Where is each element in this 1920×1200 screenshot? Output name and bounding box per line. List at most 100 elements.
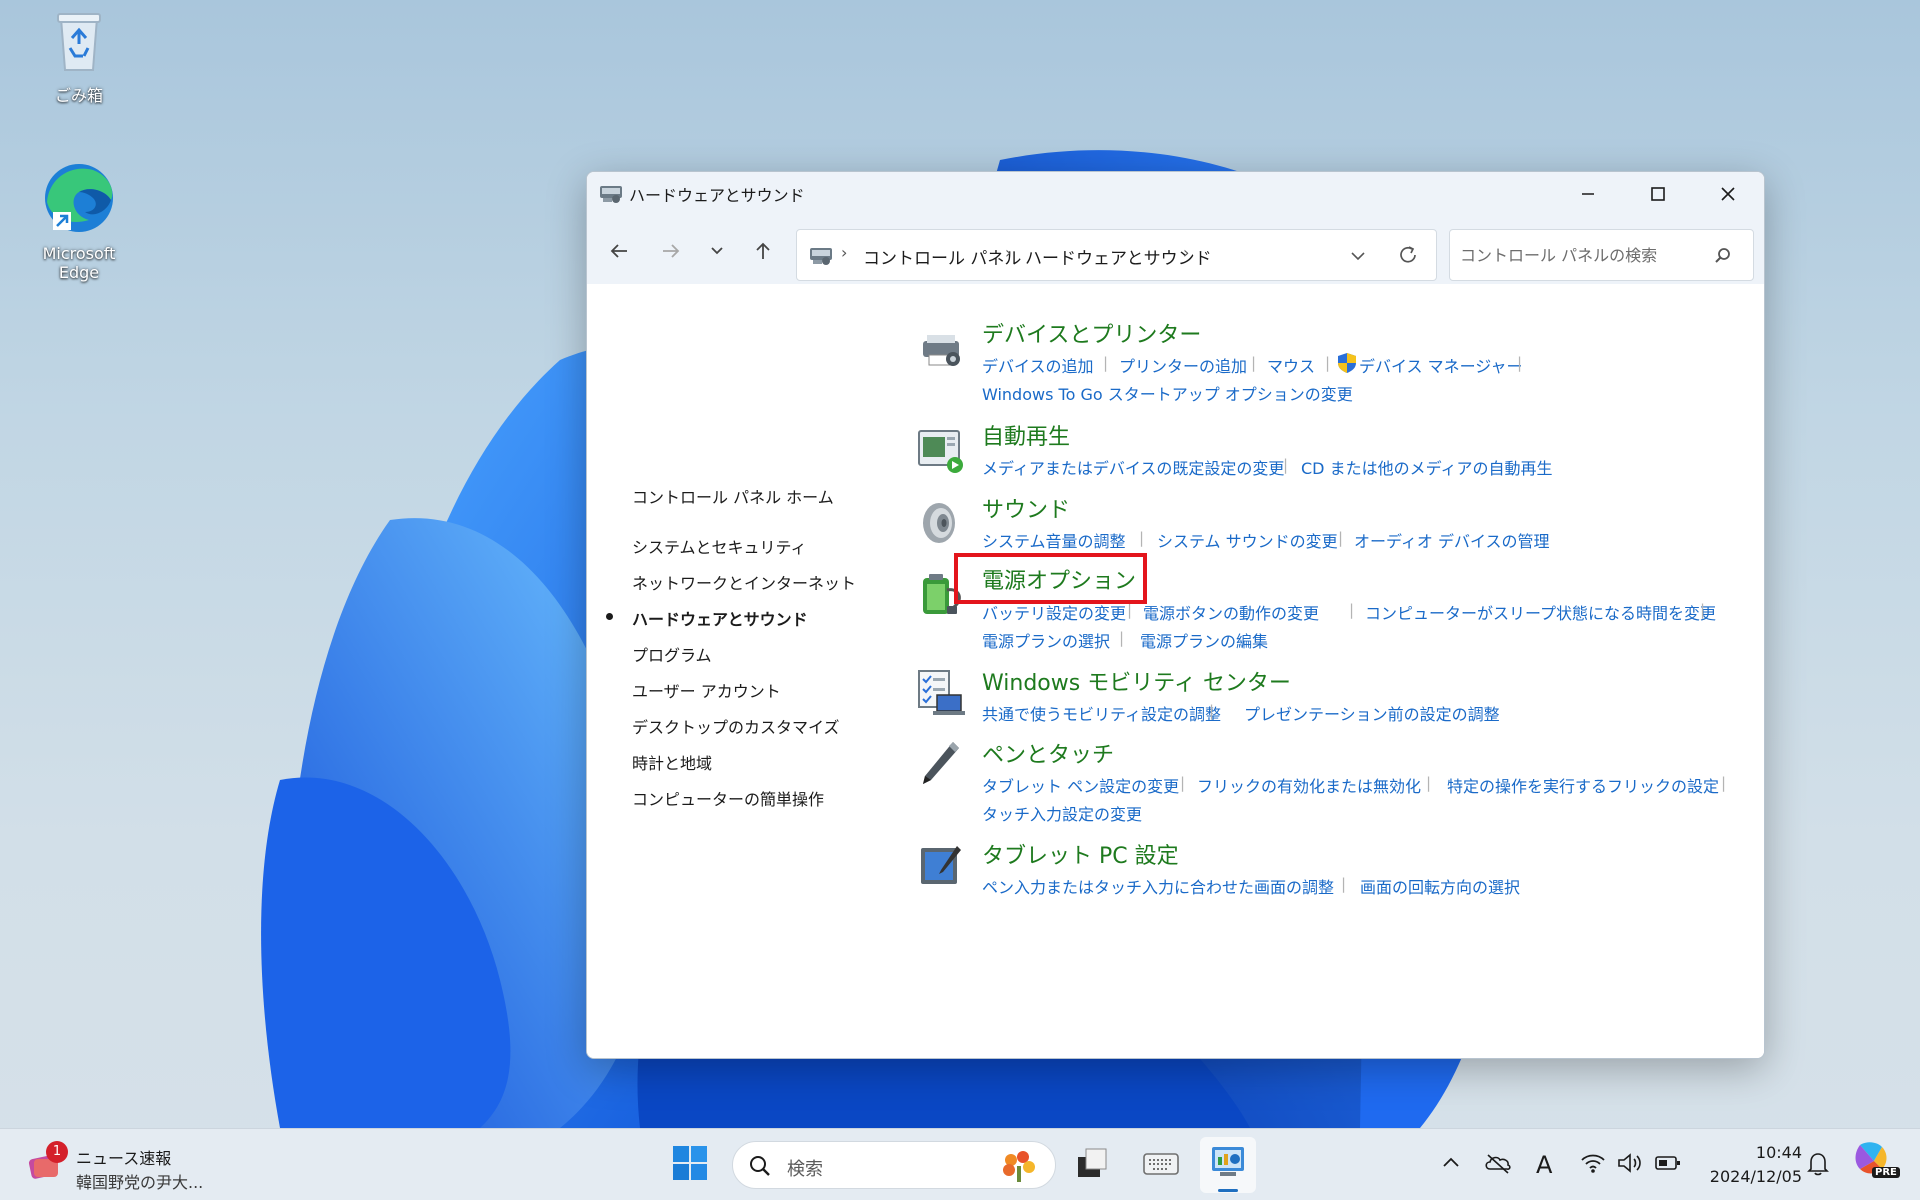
news-title: ニュース速報: [76, 1149, 172, 1168]
sidebar-item-system-security[interactable]: システムとセキュリティ: [632, 534, 807, 558]
link-device-manager[interactable]: デバイス マネージャー: [1359, 353, 1523, 377]
link-add-device[interactable]: デバイスの追加: [982, 353, 1094, 377]
control-panel-icon: [600, 186, 622, 203]
sidebar-item-programs[interactable]: プログラム: [632, 642, 712, 666]
breadcrumb-chevron-icon: ›: [841, 243, 848, 262]
category-tablet-pc-title[interactable]: タブレット PC 設定: [982, 838, 1179, 870]
copilot-button[interactable]: PRE: [1852, 1139, 1904, 1191]
back-button[interactable]: [601, 234, 637, 268]
taskbar-search-placeholder: 検索: [787, 1159, 823, 1180]
taskbar-search[interactable]: 検索: [732, 1141, 1056, 1189]
link-add-printer[interactable]: プリンターの追加: [1119, 353, 1247, 377]
link-windows-to-go[interactable]: Windows To Go スタートアップ オプションの変更: [982, 381, 1353, 405]
category-pen-touch-title[interactable]: ペンとタッチ: [982, 737, 1114, 769]
chevron-down-icon[interactable]: [1349, 250, 1367, 262]
taskbar-app-keyboard[interactable]: [1142, 1145, 1182, 1185]
category-sound-title[interactable]: サウンド: [982, 492, 1070, 524]
breadcrumb-item[interactable]: コントロール パネル: [863, 244, 1021, 269]
sidebar-item-personalization[interactable]: デスクトップのカスタマイズ: [632, 714, 840, 738]
breadcrumb-chevron-icon: ›: [1183, 243, 1190, 262]
link-separator: |: [1721, 774, 1727, 792]
link-presentation-settings[interactable]: プレゼンテーション前の設定の調整: [1244, 701, 1500, 725]
breadcrumb-chevron-icon: ›: [1005, 243, 1012, 262]
link-touch-input-settings[interactable]: タッチ入力設定の変更: [982, 801, 1142, 825]
sidebar-item-hardware-sound[interactable]: ハードウェアとサウンド: [632, 606, 808, 630]
sidebar-item-user-accounts[interactable]: ユーザー アカウント: [632, 678, 781, 702]
address-bar[interactable]: › コントロール パネル › ハードウェアとサウンド ›: [796, 229, 1437, 281]
link-system-volume[interactable]: システム音量の調整: [982, 528, 1126, 552]
link-separator: |: [1139, 529, 1145, 547]
link-separator: |: [1119, 629, 1125, 647]
mobility-center-icon: [918, 670, 965, 715]
taskbar-app-task-view[interactable]: [1074, 1145, 1114, 1185]
link-mobility-settings[interactable]: 共通で使うモビリティ設定の調整: [982, 701, 1221, 725]
search-highlight-icon: [1003, 1151, 1035, 1182]
link-power-button-behavior[interactable]: 電源ボタンの動作の変更: [1143, 600, 1319, 624]
battery-icon[interactable]: [1654, 1153, 1682, 1173]
volume-icon[interactable]: [1616, 1151, 1644, 1175]
refresh-icon[interactable]: [1397, 244, 1419, 266]
news-subtitle: 韓国野党の尹大...: [76, 1173, 204, 1192]
news-widget[interactable]: 1 ニュース速報 韓国野党の尹大...: [24, 1139, 244, 1192]
task-view-icon: [1078, 1148, 1107, 1177]
search-icon[interactable]: [1714, 247, 1732, 265]
category-autoplay-title[interactable]: 自動再生: [982, 419, 1070, 451]
maximize-icon: [1651, 187, 1665, 201]
edge-icon: [45, 164, 113, 232]
chevron-up-icon[interactable]: [1442, 1155, 1460, 1169]
close-button[interactable]: [1693, 172, 1763, 216]
link-tablet-pen-settings[interactable]: タブレット ペン設定の変更: [982, 773, 1179, 797]
link-separator: |: [1426, 774, 1432, 792]
link-media-defaults[interactable]: メディアまたはデバイスの既定設定の変更: [982, 455, 1284, 479]
pen-icon: [923, 742, 959, 784]
onedrive-offline-icon[interactable]: [1484, 1151, 1512, 1175]
start-button[interactable]: [672, 1145, 712, 1185]
current-item-bullet: [606, 613, 613, 620]
notification-bell-icon[interactable]: [1806, 1151, 1830, 1177]
search-input[interactable]: [1449, 229, 1754, 281]
link-separator: |: [1283, 456, 1289, 474]
link-sleep-time[interactable]: コンピューターがスリープ状態になる時間を変更: [1365, 600, 1716, 624]
link-separator: |: [1517, 354, 1523, 372]
sidebar-item-ease-of-access[interactable]: コンピューターの簡単操作: [632, 786, 824, 810]
forward-button[interactable]: [653, 234, 689, 268]
recent-locations-button[interactable]: [699, 234, 735, 268]
maximize-button[interactable]: [1623, 172, 1693, 216]
category-mobility-center-title[interactable]: Windows モビリティ センター: [982, 665, 1291, 697]
ime-mode-indicator[interactable]: A: [1536, 1151, 1552, 1179]
link-system-sounds[interactable]: システム サウンドの変更: [1157, 528, 1338, 552]
desktop-icon-edge[interactable]: Microsoft Edge: [24, 160, 134, 282]
taskbar-app-control-panel[interactable]: [1200, 1137, 1256, 1193]
link-screen-calibration[interactable]: ペン入力またはタッチ入力に合わせた画面の調整: [982, 874, 1334, 898]
category-devices-printers-title[interactable]: デバイスとプリンター: [982, 317, 1201, 349]
link-separator: |: [1325, 354, 1331, 372]
title-bar[interactable]: ハードウェアとサウンド: [587, 172, 1764, 216]
desktop-icon-recycle-bin[interactable]: ごみ箱: [24, 10, 134, 106]
sidebar-item-network[interactable]: ネットワークとインターネット: [632, 570, 856, 594]
link-separator: |: [1349, 601, 1355, 619]
link-separator: |: [1700, 601, 1706, 619]
desktop-icon-label: Microsoft Edge: [42, 244, 116, 282]
wifi-icon[interactable]: [1580, 1151, 1606, 1175]
minimize-button[interactable]: [1553, 172, 1623, 216]
link-edit-power-plan[interactable]: 電源プランの編集: [1140, 628, 1268, 652]
sidebar-item-clock-region[interactable]: 時計と地域: [632, 750, 712, 774]
link-mouse[interactable]: マウス: [1267, 353, 1315, 377]
link-screen-rotation[interactable]: 画面の回転方向の選択: [1360, 874, 1520, 898]
link-flicks-toggle[interactable]: フリックの有効化または無効化: [1197, 773, 1421, 797]
link-separator: |: [1251, 354, 1257, 372]
link-separator: |: [1341, 875, 1347, 893]
link-separator: |: [1180, 774, 1186, 792]
active-app-indicator: [1218, 1189, 1238, 1192]
clock[interactable]: 10:44 2024/12/05: [1696, 1137, 1802, 1193]
highlight-box: [954, 553, 1147, 604]
shield-icon: [1338, 353, 1356, 373]
link-flick-actions[interactable]: 特定の操作を実行するフリックの設定: [1447, 773, 1719, 797]
sidebar-home-link[interactable]: コントロール パネル ホーム: [632, 484, 834, 508]
link-cd-autoplay[interactable]: CD または他のメディアの自動再生: [1301, 455, 1552, 479]
link-choose-power-plan[interactable]: 電源プランの選択: [982, 628, 1110, 652]
forward-arrow-icon: [663, 244, 680, 258]
link-audio-devices[interactable]: オーディオ デバイスの管理: [1354, 528, 1550, 552]
windows-logo-icon: [673, 1146, 707, 1180]
up-button[interactable]: [745, 234, 781, 268]
